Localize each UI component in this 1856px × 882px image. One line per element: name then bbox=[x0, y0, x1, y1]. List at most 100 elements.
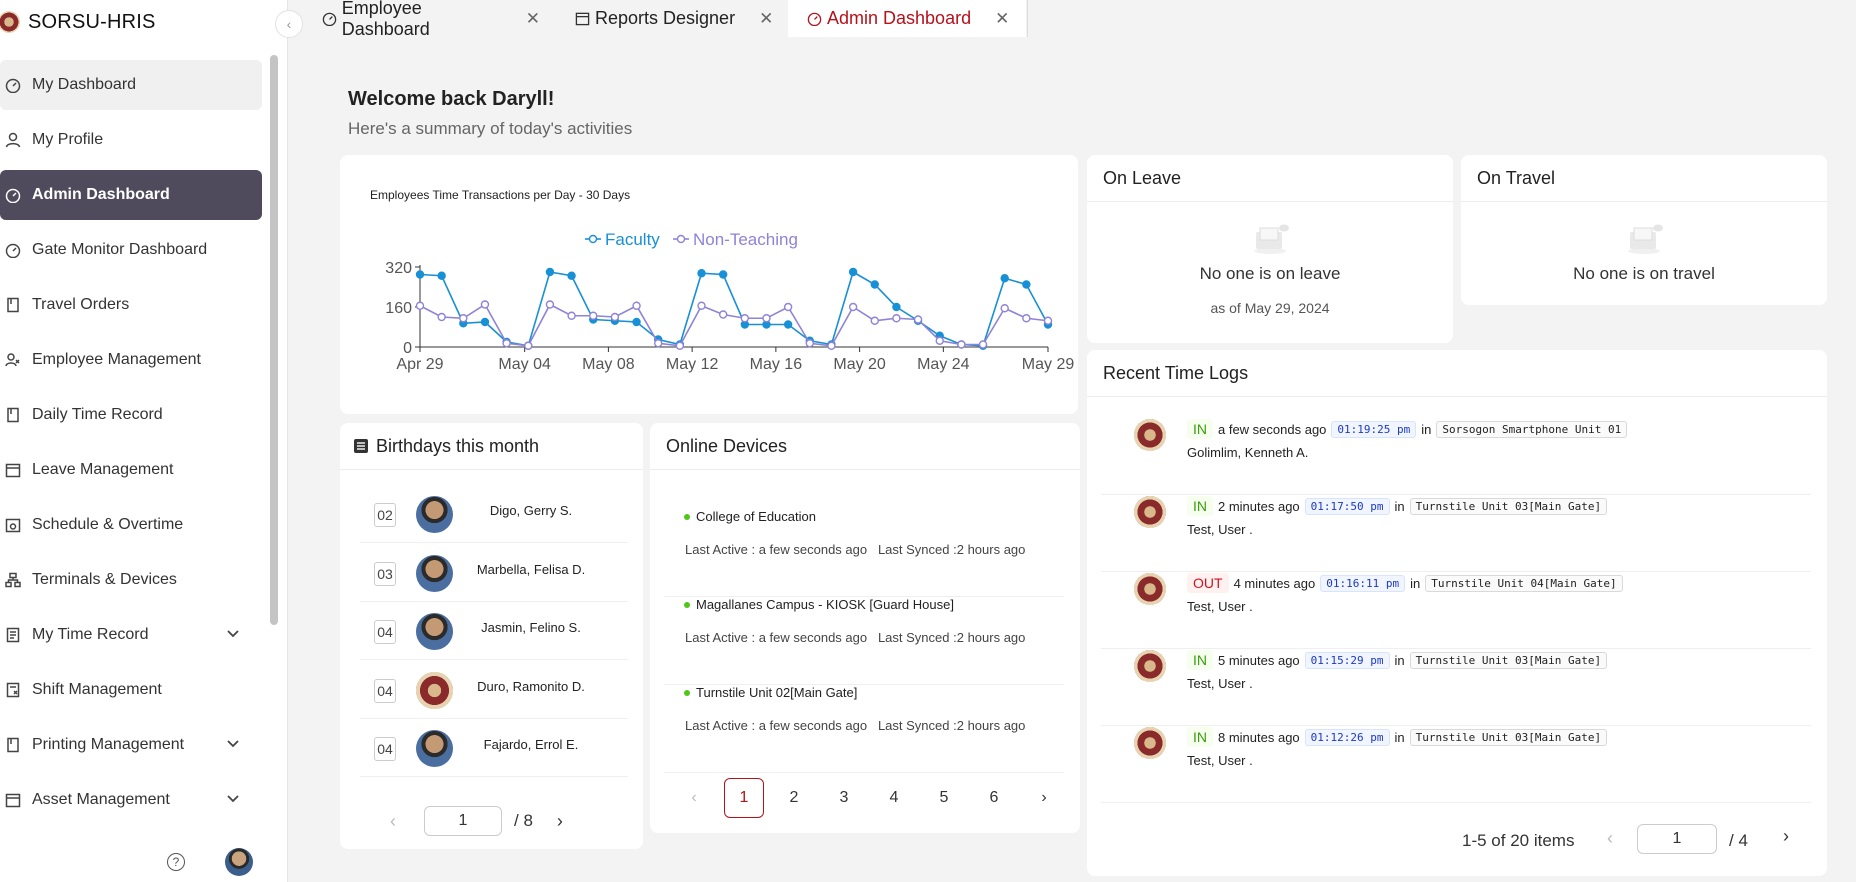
sidebar-item-printing-management[interactable]: Printing Management bbox=[0, 720, 262, 770]
log-employee-name: Test, User . bbox=[1187, 753, 1253, 768]
next-page-icon[interactable]: › bbox=[1783, 826, 1789, 847]
sidebar-item-my-time-record[interactable]: My Time Record bbox=[0, 610, 262, 660]
tab-admin-dashboard[interactable]: Admin Dashboard ✕ bbox=[788, 0, 1026, 37]
log-ago: 2 minutes ago bbox=[1218, 498, 1300, 514]
device-last-synced: Last Synced :2 hours ago bbox=[877, 630, 1026, 645]
sidebar-item-leave-management[interactable]: Leave Management bbox=[0, 445, 262, 495]
data-point bbox=[1022, 280, 1031, 289]
book-icon bbox=[4, 296, 22, 314]
sidebar-item-label: Asset Management bbox=[32, 791, 170, 808]
device-label: Magallanes Campus - KIOSK [Guard House] bbox=[696, 597, 954, 612]
data-point bbox=[545, 267, 555, 277]
prev-page-icon[interactable]: ‹ bbox=[1607, 828, 1613, 849]
log-type-badge: IN bbox=[1187, 650, 1213, 670]
sidebar-item-admin-dashboard[interactable]: Admin Dashboard bbox=[0, 170, 262, 220]
on-travel-card: On Travel No one is on travel bbox=[1461, 155, 1827, 305]
birthday-page-input[interactable]: 1 bbox=[424, 806, 502, 836]
logs-pagination: 1-5 of 20 items ‹ 1 / 4 › bbox=[1087, 820, 1827, 860]
time-transactions-chart-card: Employees Time Transactions per Day - 30… bbox=[340, 155, 1078, 414]
calendar-icon bbox=[574, 10, 591, 27]
data-point bbox=[718, 270, 728, 279]
close-icon[interactable]: ✕ bbox=[526, 9, 540, 29]
birthdays-header: Birthdays this month bbox=[340, 423, 643, 470]
sidebar-item-asset-management[interactable]: Asset Management bbox=[0, 775, 262, 825]
x-tick-label: May 20 bbox=[833, 356, 886, 373]
sidebar-item-travel-orders[interactable]: Travel Orders bbox=[0, 280, 262, 330]
data-point bbox=[978, 340, 988, 349]
sidebar-item-my-dashboard[interactable]: My Dashboard bbox=[0, 60, 262, 110]
schedule-icon bbox=[4, 516, 22, 534]
sidebar-item-label: Terminals & Devices bbox=[32, 571, 177, 588]
sidebar-item-shift-management[interactable]: Shift Management bbox=[0, 665, 262, 715]
page-button-6[interactable]: 6 bbox=[974, 778, 1014, 818]
sidebar-item-label: Shift Management bbox=[32, 681, 162, 698]
log-in-word: in bbox=[1394, 652, 1405, 668]
log-meta: IN 8 minutes ago 01:12:26 pm in Turnstile Un… bbox=[1187, 727, 1608, 747]
log-employee-name: Test, User . bbox=[1187, 522, 1253, 537]
collapse-sidebar-button[interactable]: ‹ bbox=[275, 10, 303, 38]
logs-page-input[interactable]: 1 bbox=[1637, 824, 1717, 854]
sidebar-item-label: Schedule & Overtime bbox=[32, 516, 184, 533]
log-meta: OUT 4 minutes ago 01:16:11 pm in Turnstile U… bbox=[1187, 573, 1623, 593]
avatar bbox=[416, 496, 453, 533]
user-icon bbox=[4, 131, 22, 149]
tab-bar: Employee Dashboard ✕ Reports Designer ✕ … bbox=[288, 0, 1856, 39]
sidebar-scrollbar[interactable] bbox=[270, 55, 278, 625]
time-log-row: OUT 4 minutes ago 01:16:11 pm in Turnstile U… bbox=[1101, 573, 1811, 649]
next-page-button[interactable]: › bbox=[1024, 778, 1064, 818]
data-point bbox=[459, 314, 468, 323]
page-button-1[interactable]: 1 bbox=[724, 778, 764, 818]
chevron-down-icon[interactable] bbox=[226, 737, 240, 751]
sidebar-item-label: Admin Dashboard bbox=[32, 186, 170, 203]
birthday-row: 02 Digo, Gerry S. bbox=[360, 485, 628, 543]
sidebar-item-label: My Time Record bbox=[32, 626, 149, 643]
user-avatar[interactable] bbox=[225, 848, 253, 876]
prev-page-button[interactable]: ‹ bbox=[674, 778, 714, 818]
on-travel-message: No one is on travel bbox=[1573, 264, 1715, 283]
tab-reports-designer[interactable]: Reports Designer ✕ bbox=[552, 0, 794, 37]
close-icon[interactable]: ✕ bbox=[995, 9, 1009, 29]
birthday-name: Duro, Ramonito D. bbox=[477, 678, 585, 694]
online-status-dot bbox=[684, 601, 690, 608]
sidebar-item-schedule-overtime[interactable]: Schedule & Overtime bbox=[0, 500, 262, 550]
brand[interactable]: SORSU-HRIS bbox=[0, 0, 288, 44]
series-line-faculty bbox=[419, 270, 1049, 347]
page-button-4[interactable]: 4 bbox=[874, 778, 914, 818]
log-ago: 4 minutes ago bbox=[1233, 575, 1316, 591]
sidebar-item-label: Gate Monitor Dashboard bbox=[32, 241, 208, 258]
data-point bbox=[480, 300, 490, 309]
data-point bbox=[437, 271, 446, 280]
device-last-active: Last Active : a few seconds ago bbox=[685, 630, 868, 645]
sidebar-item-employee-management[interactable]: Employee Management bbox=[0, 335, 262, 385]
birthday-day: 04 bbox=[374, 737, 396, 761]
data-point bbox=[892, 302, 901, 312]
data-point bbox=[415, 270, 425, 279]
sidebar-item-my-profile[interactable]: My Profile bbox=[0, 115, 262, 165]
device-meta: Last Active : a few seconds ago Last Syn… bbox=[685, 630, 1025, 645]
page-button-3[interactable]: 3 bbox=[824, 778, 864, 818]
page-button-5[interactable]: 5 bbox=[924, 778, 964, 818]
birthdays-card: Birthdays this month 02 Digo, Gerry S. 03 M… bbox=[340, 423, 643, 849]
chevron-down-icon[interactable] bbox=[226, 627, 240, 641]
shift-icon bbox=[4, 681, 22, 699]
sidebar-item-gate-monitor-dashboard[interactable]: Gate Monitor Dashboard bbox=[0, 225, 262, 275]
close-icon[interactable]: ✕ bbox=[759, 9, 773, 29]
birthday-row: 04 Duro, Ramonito D. bbox=[360, 661, 628, 719]
sidebar-menu: My Dashboard My Profile Admin Dashboard Gat… bbox=[0, 60, 262, 830]
sidebar-item-terminals-devices[interactable]: Terminals & Devices bbox=[0, 555, 262, 605]
log-device-badge: Turnstile Unit 03[Main Gate] bbox=[1409, 728, 1608, 746]
sidebar-item-daily-time-record[interactable]: Daily Time Record bbox=[0, 390, 262, 440]
help-icon[interactable]: ? bbox=[167, 853, 185, 871]
log-device-badge: Turnstile Unit 03[Main Gate] bbox=[1409, 497, 1608, 515]
page-button-2[interactable]: 2 bbox=[774, 778, 814, 818]
device-last-active: Last Active : a few seconds ago bbox=[685, 542, 868, 557]
data-point bbox=[1022, 314, 1031, 323]
next-page-icon[interactable]: › bbox=[557, 811, 563, 832]
online-status-dot bbox=[684, 689, 690, 696]
prev-page-icon[interactable]: ‹ bbox=[390, 811, 396, 832]
on-leave-card: On Leave No one is on leave as of May 29… bbox=[1087, 155, 1453, 343]
data-point bbox=[610, 312, 620, 322]
chevron-down-icon[interactable] bbox=[226, 792, 240, 806]
birthday-day: 03 bbox=[374, 561, 396, 586]
tab-employee-dashboard[interactable]: Employee Dashboard ✕ bbox=[300, 0, 540, 39]
